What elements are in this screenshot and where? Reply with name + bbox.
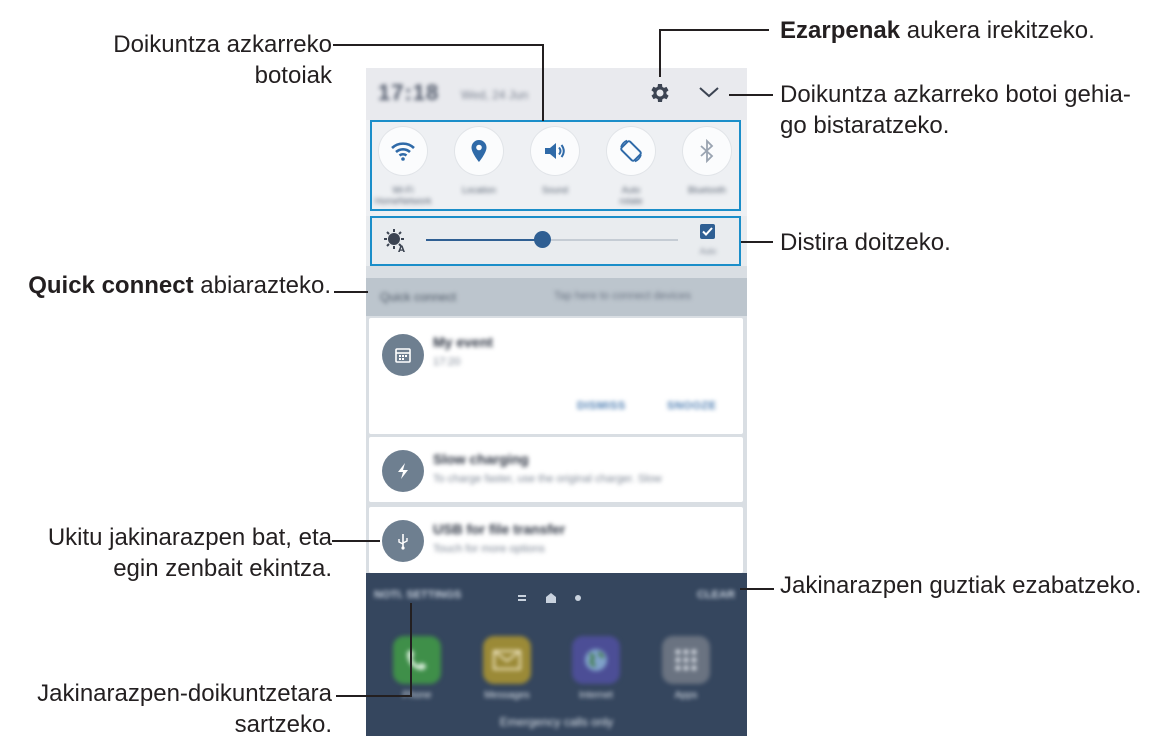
notification-title: USB for file transfer [433,521,566,537]
quick-settings-panel: Wi-Fi HomeNetwork Location Sound Auto ro… [366,120,747,216]
callout-quick-buttons: Doikuntza azkarreko botoiak [113,31,332,89]
callout-line [729,94,773,96]
home-screen-background: NOTI. SETTINGS CLEAR Phone Messages Inte… [366,573,747,736]
notification-charging[interactable]: Slow charging To charge faster, use the … [369,437,743,502]
app-label-apps: Apps [674,690,698,701]
notification-subtitle: To charge faster, use the original charg… [433,473,662,485]
quick-setting-rotate[interactable]: Auto rotate [598,127,664,207]
callout-line [542,44,544,121]
callout-line [659,29,769,31]
phone-icon[interactable] [393,636,441,684]
phone-screen: 17:18 Wed, 24 Jun Wi-Fi HomeNetwork Loca… [366,68,747,736]
callout-line [333,44,544,46]
callout-brightness: Distira doitzeko. [780,229,951,256]
wifi-label: Wi-Fi [392,185,414,195]
status-time: 17:18 [378,80,440,105]
callout-tap-notification: Ukitu jakinarazpen bat, eta egin zenbait… [47,524,332,582]
callout-notification-settings: Jakinarazpen-doikuntzetara sartzeko. [37,680,332,738]
brightness-thumb[interactable] [534,231,551,248]
status-date: Wed, 24 Jun [461,88,529,102]
app-label-internet: Internet [579,690,613,701]
quick-connect-label: Quick connect [380,290,457,304]
notification-subtitle: 17:20 [433,356,461,368]
status-bar: 17:18 Wed, 24 Jun [366,68,747,120]
calendar-icon [382,334,424,376]
callout-line [659,29,661,77]
quick-setting-sound[interactable]: Sound [522,127,588,196]
bluetooth-label: Bluetooth [687,185,727,195]
quick-connect-bar[interactable]: Quick connect Tap here to connect device… [366,278,747,316]
gear-icon[interactable] [648,81,672,105]
notification-calendar[interactable]: My event 17:20 DISMISS SNOOZE [369,318,743,434]
callout-settings-bold: Ezarpenak [780,17,901,44]
clear-all-button[interactable]: CLEAR [697,589,735,601]
brightness-fill [426,239,542,241]
rotate-label: Auto [621,185,641,195]
notification-settings-button[interactable]: NOTI. SETTINGS [374,589,461,601]
callout-settings: Ezarpenak aukera irekitzeko. [780,15,1095,46]
notification-title: Slow charging [433,451,529,467]
brightness-panel: A Auto [366,216,747,266]
sound-label: Sound [541,185,569,195]
rotate-sub: rotate [619,196,643,206]
location-label: Location [461,185,497,195]
callout-line [336,695,412,697]
callout-line [410,603,412,697]
page-indicator-icon [518,593,581,603]
usb-icon [382,520,424,562]
quick-setting-location[interactable]: Location [446,127,512,196]
wifi-sub: HomeNetwork [374,196,432,206]
callout-clear-all: Jakinarazpen guztiak ezabatzeko. [780,572,1142,599]
quick-connect-hint: Tap here to connect devices [554,290,691,302]
notification-title: My event [433,334,493,350]
auto-brightness-checkbox[interactable] [700,224,715,239]
callout-quick-connect: Quick connect abiarazteko. [28,270,331,301]
location-icon [471,140,487,162]
svg-text:A: A [398,245,405,253]
callout-line [334,291,368,293]
internet-icon[interactable] [572,636,620,684]
apps-icon[interactable] [662,636,710,684]
brightness-auto-icon: A [384,229,405,253]
chevron-down-icon[interactable] [698,84,720,100]
wifi-icon [391,142,415,161]
bluetooth-icon [700,139,714,163]
messages-icon[interactable] [483,636,531,684]
callout-settings-rest: aukera irekitzeko. [900,17,1095,44]
dismiss-button[interactable]: DISMISS [577,400,626,412]
check-icon [702,227,713,236]
auto-brightness-label: Auto [699,247,717,256]
callout-more-buttons: Doikuntza azkarreko botoi gehia- go bist… [780,81,1131,139]
charging-icon [382,450,424,492]
rotate-icon [620,139,642,163]
emergency-calls-text: Emergency calls only [499,715,614,729]
snooze-button[interactable]: SNOOZE [667,400,716,412]
callout-line [741,241,773,243]
quick-setting-bluetooth[interactable]: Bluetooth [674,127,740,196]
quick-setting-wifi[interactable]: Wi-Fi HomeNetwork [370,127,436,207]
callout-line [740,588,774,590]
notification-subtitle: Touch for more options [433,543,545,555]
app-label-messages: Messages [484,690,530,701]
sound-icon [545,143,565,159]
callout-line [332,540,380,542]
notification-usb[interactable]: USB for file transfer Touch for more opt… [369,507,743,573]
callout-quick-connect-bold: Quick connect [28,272,194,299]
callout-quick-connect-rest: abiarazteko. [193,272,331,299]
